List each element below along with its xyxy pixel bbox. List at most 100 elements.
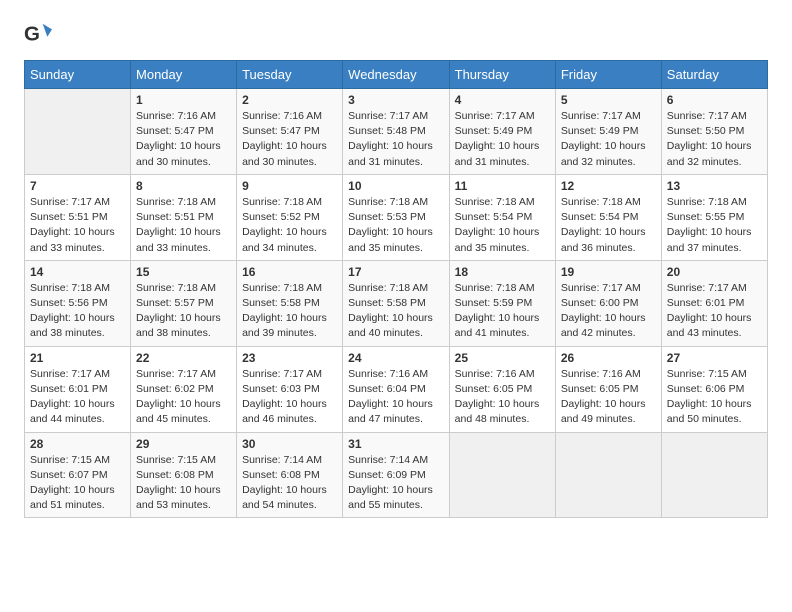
- day-info: Sunrise: 7:18 AMSunset: 5:59 PMDaylight:…: [455, 281, 550, 342]
- day-info: Sunrise: 7:16 AMSunset: 6:05 PMDaylight:…: [561, 367, 656, 428]
- calendar-cell: 26 Sunrise: 7:16 AMSunset: 6:05 PMDayligh…: [555, 346, 661, 432]
- calendar-week-1: 1 Sunrise: 7:16 AMSunset: 5:47 PMDaylight…: [25, 89, 768, 175]
- day-number: 26: [561, 351, 656, 365]
- day-info: Sunrise: 7:18 AMSunset: 5:54 PMDaylight:…: [561, 195, 656, 256]
- day-number: 21: [30, 351, 125, 365]
- weekday-header-sunday: Sunday: [25, 61, 131, 89]
- page-header: G: [24, 20, 768, 48]
- day-info: Sunrise: 7:17 AMSunset: 5:49 PMDaylight:…: [455, 109, 550, 170]
- day-number: 13: [667, 179, 762, 193]
- day-info: Sunrise: 7:16 AMSunset: 6:04 PMDaylight:…: [348, 367, 443, 428]
- calendar-cell: 17 Sunrise: 7:18 AMSunset: 5:58 PMDayligh…: [343, 260, 449, 346]
- calendar-cell: 30 Sunrise: 7:14 AMSunset: 6:08 PMDayligh…: [237, 432, 343, 518]
- day-number: 8: [136, 179, 231, 193]
- day-number: 9: [242, 179, 337, 193]
- calendar-cell: [25, 89, 131, 175]
- calendar-table: SundayMondayTuesdayWednesdayThursdayFrid…: [24, 60, 768, 518]
- day-number: 17: [348, 265, 443, 279]
- calendar-week-3: 14 Sunrise: 7:18 AMSunset: 5:56 PMDayligh…: [25, 260, 768, 346]
- calendar-cell: 9 Sunrise: 7:18 AMSunset: 5:52 PMDaylight…: [237, 174, 343, 260]
- day-info: Sunrise: 7:16 AMSunset: 5:47 PMDaylight:…: [136, 109, 231, 170]
- day-number: 24: [348, 351, 443, 365]
- day-number: 1: [136, 93, 231, 107]
- logo: G: [24, 20, 56, 48]
- calendar-cell: 29 Sunrise: 7:15 AMSunset: 6:08 PMDayligh…: [131, 432, 237, 518]
- day-number: 14: [30, 265, 125, 279]
- day-number: 28: [30, 437, 125, 451]
- calendar-cell: [555, 432, 661, 518]
- weekday-header-monday: Monday: [131, 61, 237, 89]
- day-number: 31: [348, 437, 443, 451]
- day-number: 30: [242, 437, 337, 451]
- calendar-cell: 4 Sunrise: 7:17 AMSunset: 5:49 PMDaylight…: [449, 89, 555, 175]
- day-info: Sunrise: 7:15 AMSunset: 6:07 PMDaylight:…: [30, 453, 125, 514]
- calendar-cell: [661, 432, 767, 518]
- day-number: 3: [348, 93, 443, 107]
- day-info: Sunrise: 7:16 AMSunset: 5:47 PMDaylight:…: [242, 109, 337, 170]
- calendar-week-2: 7 Sunrise: 7:17 AMSunset: 5:51 PMDaylight…: [25, 174, 768, 260]
- day-info: Sunrise: 7:18 AMSunset: 5:53 PMDaylight:…: [348, 195, 443, 256]
- day-number: 16: [242, 265, 337, 279]
- day-number: 27: [667, 351, 762, 365]
- calendar-cell: 22Sunrise: 7:17 AMSunset: 6:02 PMDayligh…: [131, 346, 237, 432]
- calendar-cell: 31Sunrise: 7:14 AMSunset: 6:09 PMDayligh…: [343, 432, 449, 518]
- calendar-cell: 7 Sunrise: 7:17 AMSunset: 5:51 PMDaylight…: [25, 174, 131, 260]
- calendar-week-4: 21 Sunrise: 7:17 AMSunset: 6:01 PMDayligh…: [25, 346, 768, 432]
- calendar-cell: 11 Sunrise: 7:18 AMSunset: 5:54 PMDayligh…: [449, 174, 555, 260]
- weekday-header-wednesday: Wednesday: [343, 61, 449, 89]
- day-info: Sunrise: 7:15 AMSunset: 6:08 PMDaylight:…: [136, 453, 231, 514]
- day-number: 2: [242, 93, 337, 107]
- svg-text:G: G: [24, 23, 40, 46]
- day-number: 7: [30, 179, 125, 193]
- day-number: 22: [136, 351, 231, 365]
- day-info: Sunrise: 7:18 AMSunset: 5:52 PMDaylight:…: [242, 195, 337, 256]
- day-info: Sunrise: 7:17 AMSunset: 6:01 PMDaylight:…: [30, 367, 125, 428]
- day-info: Sunrise: 7:17 AMSunset: 5:51 PMDaylight:…: [30, 195, 125, 256]
- day-info: Sunrise: 7:18 AMSunset: 5:58 PMDaylight:…: [348, 281, 443, 342]
- weekday-header-saturday: Saturday: [661, 61, 767, 89]
- calendar-cell: 1 Sunrise: 7:16 AMSunset: 5:47 PMDaylight…: [131, 89, 237, 175]
- calendar-cell: 5 Sunrise: 7:17 AMSunset: 5:49 PMDaylight…: [555, 89, 661, 175]
- calendar-cell: 24 Sunrise: 7:16 AMSunset: 6:04 PMDayligh…: [343, 346, 449, 432]
- day-number: 11: [455, 179, 550, 193]
- day-info: Sunrise: 7:17 AMSunset: 5:49 PMDaylight:…: [561, 109, 656, 170]
- calendar-cell: 8Sunrise: 7:18 AMSunset: 5:51 PMDaylight…: [131, 174, 237, 260]
- day-info: Sunrise: 7:17 AMSunset: 5:48 PMDaylight:…: [348, 109, 443, 170]
- day-number: 15: [136, 265, 231, 279]
- calendar-cell: 25Sunrise: 7:16 AMSunset: 6:05 PMDayligh…: [449, 346, 555, 432]
- day-info: Sunrise: 7:18 AMSunset: 5:56 PMDaylight:…: [30, 281, 125, 342]
- weekday-header-tuesday: Tuesday: [237, 61, 343, 89]
- day-number: 5: [561, 93, 656, 107]
- calendar-cell: 3 Sunrise: 7:17 AMSunset: 5:48 PMDaylight…: [343, 89, 449, 175]
- day-number: 29: [136, 437, 231, 451]
- calendar-cell: 23 Sunrise: 7:17 AMSunset: 6:03 PMDayligh…: [237, 346, 343, 432]
- calendar-cell: 6Sunrise: 7:17 AMSunset: 5:50 PMDaylight…: [661, 89, 767, 175]
- calendar-cell: 27Sunrise: 7:15 AMSunset: 6:06 PMDayligh…: [661, 346, 767, 432]
- day-number: 6: [667, 93, 762, 107]
- calendar-cell: 21 Sunrise: 7:17 AMSunset: 6:01 PMDayligh…: [25, 346, 131, 432]
- calendar-cell: [449, 432, 555, 518]
- day-info: Sunrise: 7:14 AMSunset: 6:08 PMDaylight:…: [242, 453, 337, 514]
- day-number: 23: [242, 351, 337, 365]
- day-number: 10: [348, 179, 443, 193]
- calendar-cell: 16 Sunrise: 7:18 AMSunset: 5:58 PMDayligh…: [237, 260, 343, 346]
- day-info: Sunrise: 7:17 AMSunset: 6:03 PMDaylight:…: [242, 367, 337, 428]
- calendar-body: 1 Sunrise: 7:16 AMSunset: 5:47 PMDaylight…: [25, 89, 768, 518]
- calendar-week-5: 28 Sunrise: 7:15 AMSunset: 6:07 PMDayligh…: [25, 432, 768, 518]
- calendar-cell: 10 Sunrise: 7:18 AMSunset: 5:53 PMDayligh…: [343, 174, 449, 260]
- day-info: Sunrise: 7:17 AMSunset: 6:00 PMDaylight:…: [561, 281, 656, 342]
- weekday-header-row: SundayMondayTuesdayWednesdayThursdayFrid…: [25, 61, 768, 89]
- calendar-cell: 12Sunrise: 7:18 AMSunset: 5:54 PMDayligh…: [555, 174, 661, 260]
- day-info: Sunrise: 7:18 AMSunset: 5:57 PMDaylight:…: [136, 281, 231, 342]
- calendar-cell: 19Sunrise: 7:17 AMSunset: 6:00 PMDayligh…: [555, 260, 661, 346]
- day-info: Sunrise: 7:18 AMSunset: 5:54 PMDaylight:…: [455, 195, 550, 256]
- calendar-cell: 18Sunrise: 7:18 AMSunset: 5:59 PMDayligh…: [449, 260, 555, 346]
- calendar-cell: 28 Sunrise: 7:15 AMSunset: 6:07 PMDayligh…: [25, 432, 131, 518]
- day-info: Sunrise: 7:18 AMSunset: 5:58 PMDaylight:…: [242, 281, 337, 342]
- day-number: 4: [455, 93, 550, 107]
- day-number: 25: [455, 351, 550, 365]
- logo-icon: G: [24, 20, 52, 48]
- weekday-header-friday: Friday: [555, 61, 661, 89]
- calendar-cell: 14 Sunrise: 7:18 AMSunset: 5:56 PMDayligh…: [25, 260, 131, 346]
- weekday-header-thursday: Thursday: [449, 61, 555, 89]
